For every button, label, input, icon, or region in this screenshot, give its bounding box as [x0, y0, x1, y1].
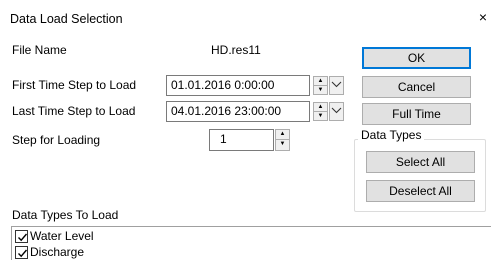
full-time-button[interactable]: Full Time — [362, 103, 471, 125]
last-step-field[interactable]: 04.01.2016 23:00:00 — [166, 101, 310, 122]
first-step-field[interactable]: 01.01.2016 0:00:00 — [166, 75, 310, 96]
select-all-button[interactable]: Select All — [366, 151, 475, 173]
list-item[interactable]: Water Level — [15, 229, 491, 243]
discharge-checkbox[interactable] — [15, 245, 28, 259]
data-types-to-load-label: Data Types To Load — [12, 208, 119, 222]
data-types-list[interactable]: Water Level Discharge — [11, 226, 491, 260]
last-step-spinner[interactable]: ▲ ▼ — [313, 102, 328, 121]
spin-down-icon[interactable]: ▼ — [314, 112, 327, 121]
first-step-spinner[interactable]: ▲ ▼ — [313, 76, 328, 95]
dialog-title: Data Load Selection — [10, 12, 123, 26]
last-step-label: Last Time Step to Load — [12, 104, 136, 118]
ok-button[interactable]: OK — [362, 47, 471, 69]
spin-up-icon[interactable]: ▲ — [276, 130, 289, 140]
file-name-value: HD.res11 — [211, 43, 261, 57]
cancel-button[interactable]: Cancel — [362, 76, 471, 98]
list-item[interactable]: Discharge — [15, 245, 491, 259]
spin-up-icon[interactable]: ▲ — [314, 77, 327, 86]
data-types-group-title: Data Types — [358, 128, 425, 142]
spin-up-icon[interactable]: ▲ — [314, 103, 327, 112]
deselect-all-button[interactable]: Deselect All — [366, 180, 475, 202]
discharge-label: Discharge — [30, 245, 85, 259]
chevron-down-icon[interactable] — [329, 102, 344, 121]
first-step-label: First Time Step to Load — [12, 78, 137, 92]
file-name-label: File Name — [12, 43, 67, 57]
step-loading-input[interactable]: 1 — [209, 129, 274, 151]
water-level-checkbox[interactable] — [15, 229, 28, 243]
spin-down-icon[interactable]: ▼ — [314, 86, 327, 95]
spin-down-icon[interactable]: ▼ — [276, 140, 289, 150]
step-loading-label: Step for Loading — [12, 133, 101, 147]
close-icon[interactable]: × — [475, 9, 491, 25]
step-loading-spinner[interactable]: ▲ ▼ — [275, 129, 290, 151]
water-level-label: Water Level — [30, 229, 94, 243]
chevron-down-icon[interactable] — [329, 76, 344, 95]
